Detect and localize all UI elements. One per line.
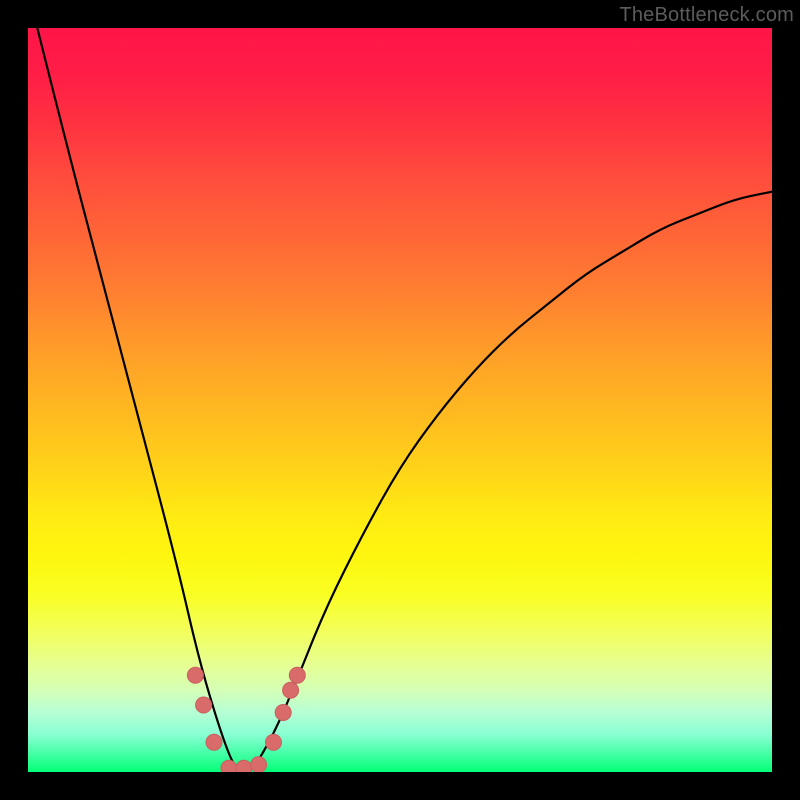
curve-marker [289,667,305,683]
curve-marker [251,757,267,772]
chart-frame: TheBottleneck.com [0,0,800,800]
bottleneck-curve-svg [28,28,772,772]
plot-area [28,28,772,772]
curve-marker [283,682,299,698]
curve-marker [187,667,203,683]
bottleneck-curve [28,28,772,772]
curve-marker [206,734,222,750]
watermark-text: TheBottleneck.com [619,4,794,27]
curve-marker [221,760,237,772]
curve-marker [236,760,252,772]
curve-marker [266,734,282,750]
curve-marker [275,705,291,721]
curve-marker [196,697,212,713]
